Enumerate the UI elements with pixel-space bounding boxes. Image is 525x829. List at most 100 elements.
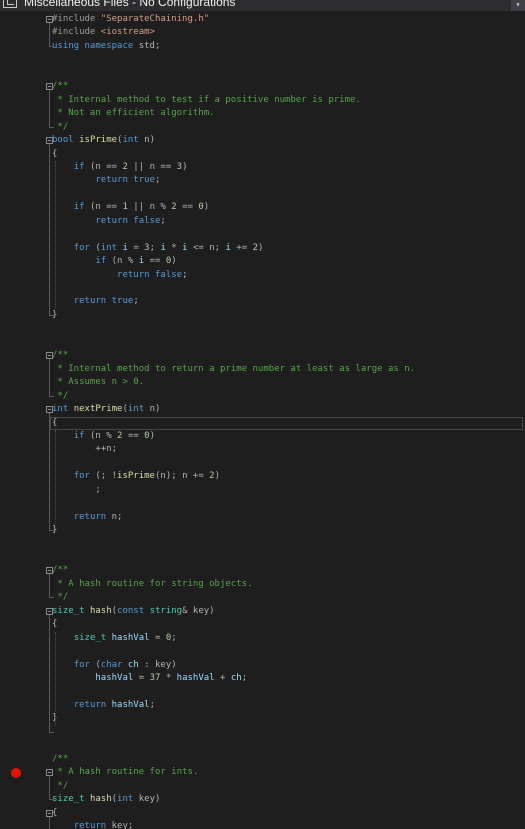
outline-guide [49, 816, 50, 829]
code-line[interactable]: return true; [40, 295, 525, 308]
code-line[interactable] [40, 53, 525, 66]
code-token: return [95, 175, 128, 186]
code-line[interactable] [40, 551, 525, 564]
code-token: char [100, 659, 123, 670]
breakpoint-icon[interactable] [11, 768, 21, 778]
code-line[interactable]: { [40, 618, 525, 631]
code-token: isPrime [79, 135, 118, 146]
code-editor[interactable]: #include "SeparateChaining.h" #include <i… [40, 11, 525, 829]
code-line[interactable] [40, 67, 525, 80]
fold-toggle-icon[interactable] [46, 137, 53, 145]
code-token: if [73, 202, 85, 213]
code-token: if [73, 161, 85, 172]
code-line[interactable] [40, 726, 525, 739]
code-token: #include [52, 14, 101, 24]
indent-guide [55, 429, 56, 525]
code-line[interactable] [40, 188, 525, 201]
configuration-dropdown-button[interactable]: ▾ [511, 0, 525, 11]
code-line[interactable]: } [40, 712, 525, 725]
code-line[interactable] [40, 322, 525, 335]
code-line[interactable]: if (n % i == 0) [40, 255, 525, 268]
fold-toggle-icon[interactable] [46, 352, 53, 360]
code-line[interactable]: hashVal = 37 * hashVal + ch; [40, 672, 525, 685]
code-line[interactable]: * A hash routine for ints. [40, 766, 525, 779]
code-line[interactable]: /** [40, 564, 525, 577]
outline-guide [49, 23, 50, 46]
code-line[interactable]: */ [40, 591, 525, 604]
code-line[interactable]: #include "SeparateChaining.h" [40, 13, 525, 26]
code-token: return [117, 269, 150, 280]
code-line[interactable] [40, 282, 525, 295]
code-token: ) [171, 256, 177, 267]
code-line[interactable] [40, 686, 525, 699]
code-token: (n == [84, 202, 123, 213]
code-line[interactable]: */ [40, 780, 525, 793]
code-token: for [73, 471, 90, 482]
fold-toggle-icon[interactable] [46, 769, 53, 777]
editor-gutter[interactable] [0, 11, 40, 829]
code-line[interactable]: */ [40, 121, 525, 134]
outline-guide-end [49, 395, 54, 397]
code-line[interactable]: { [40, 807, 525, 820]
code-line[interactable]: return n; [40, 511, 525, 524]
code-line[interactable]: for (int i = 3; i * i <= n; i += 2) [40, 242, 525, 255]
fold-toggle-icon[interactable] [46, 16, 53, 23]
code-line[interactable]: /** [40, 753, 525, 766]
code-line[interactable] [40, 739, 525, 752]
code-line[interactable]: */ [40, 390, 525, 403]
code-line[interactable]: } [40, 309, 525, 322]
code-token: ( [89, 659, 101, 670]
code-token: n; [106, 511, 123, 522]
code-line[interactable]: * Not an efficient algorithm. [40, 107, 525, 120]
code-token: ; [154, 175, 161, 186]
code-token: true [111, 296, 134, 307]
code-token: ++n; [52, 444, 118, 455]
fold-toggle-icon[interactable] [46, 809, 53, 817]
code-token: int [117, 794, 134, 805]
fold-toggle-icon[interactable] [46, 607, 53, 615]
code-line[interactable] [40, 538, 525, 551]
code-line[interactable]: size_t hash(const string& key) [40, 605, 525, 618]
code-token: hashVal [95, 673, 134, 684]
outline-guide [49, 614, 50, 732]
code-token: hash [89, 794, 112, 805]
code-line[interactable] [40, 497, 525, 510]
code-line[interactable]: return hashVal; [40, 699, 525, 712]
fold-toggle-icon[interactable] [46, 567, 53, 575]
code-line[interactable]: if (n == 2 || n == 3) [40, 161, 525, 174]
code-token: key; [106, 821, 134, 829]
code-line[interactable]: /** [40, 80, 525, 93]
code-line[interactable] [40, 645, 525, 658]
code-line[interactable]: return key; [40, 820, 525, 829]
code-line[interactable]: return false; [40, 215, 525, 228]
code-line[interactable]: if (n == 1 || n % 2 == 0) [40, 201, 525, 214]
code-line[interactable]: return true; [40, 174, 525, 187]
code-line[interactable]: } [40, 524, 525, 537]
outline-guide-end [49, 731, 54, 733]
code-line[interactable] [40, 336, 525, 349]
code-line[interactable]: size_t hashVal = 0; [40, 632, 525, 645]
fold-toggle-icon[interactable] [46, 406, 53, 414]
code-line[interactable]: * Internal method to test if a positive … [40, 94, 525, 107]
fold-toggle-icon[interactable] [46, 83, 53, 91]
code-line[interactable] [40, 228, 525, 241]
code-line[interactable]: int nextPrime(int n) [40, 403, 525, 416]
code-line[interactable]: { [40, 148, 525, 161]
code-line[interactable]: if (n % 2 == 0) [40, 430, 525, 443]
code-line[interactable]: size_t hash(int key) [40, 793, 525, 806]
code-line[interactable]: using namespace std; [40, 40, 525, 53]
code-line[interactable]: ; [40, 484, 525, 497]
code-line[interactable]: for (; !isPrime(n); n += 2) [40, 470, 525, 483]
code-line[interactable]: * A hash routine for string objects. [40, 578, 525, 591]
code-line[interactable]: * Internal method to return a prime numb… [40, 363, 525, 376]
code-line[interactable]: return false; [40, 269, 525, 282]
code-line[interactable]: ++n; [40, 443, 525, 456]
code-line[interactable] [40, 457, 525, 470]
code-token: hashVal [111, 699, 150, 710]
code-line[interactable]: #include <iostream> [40, 26, 525, 39]
code-line[interactable]: * Assumes n > 0. [40, 376, 525, 389]
code-line[interactable]: bool isPrime(int n) [40, 134, 525, 147]
code-line[interactable]: for (char ch : key) [40, 659, 525, 672]
code-line[interactable]: /** [40, 349, 525, 362]
